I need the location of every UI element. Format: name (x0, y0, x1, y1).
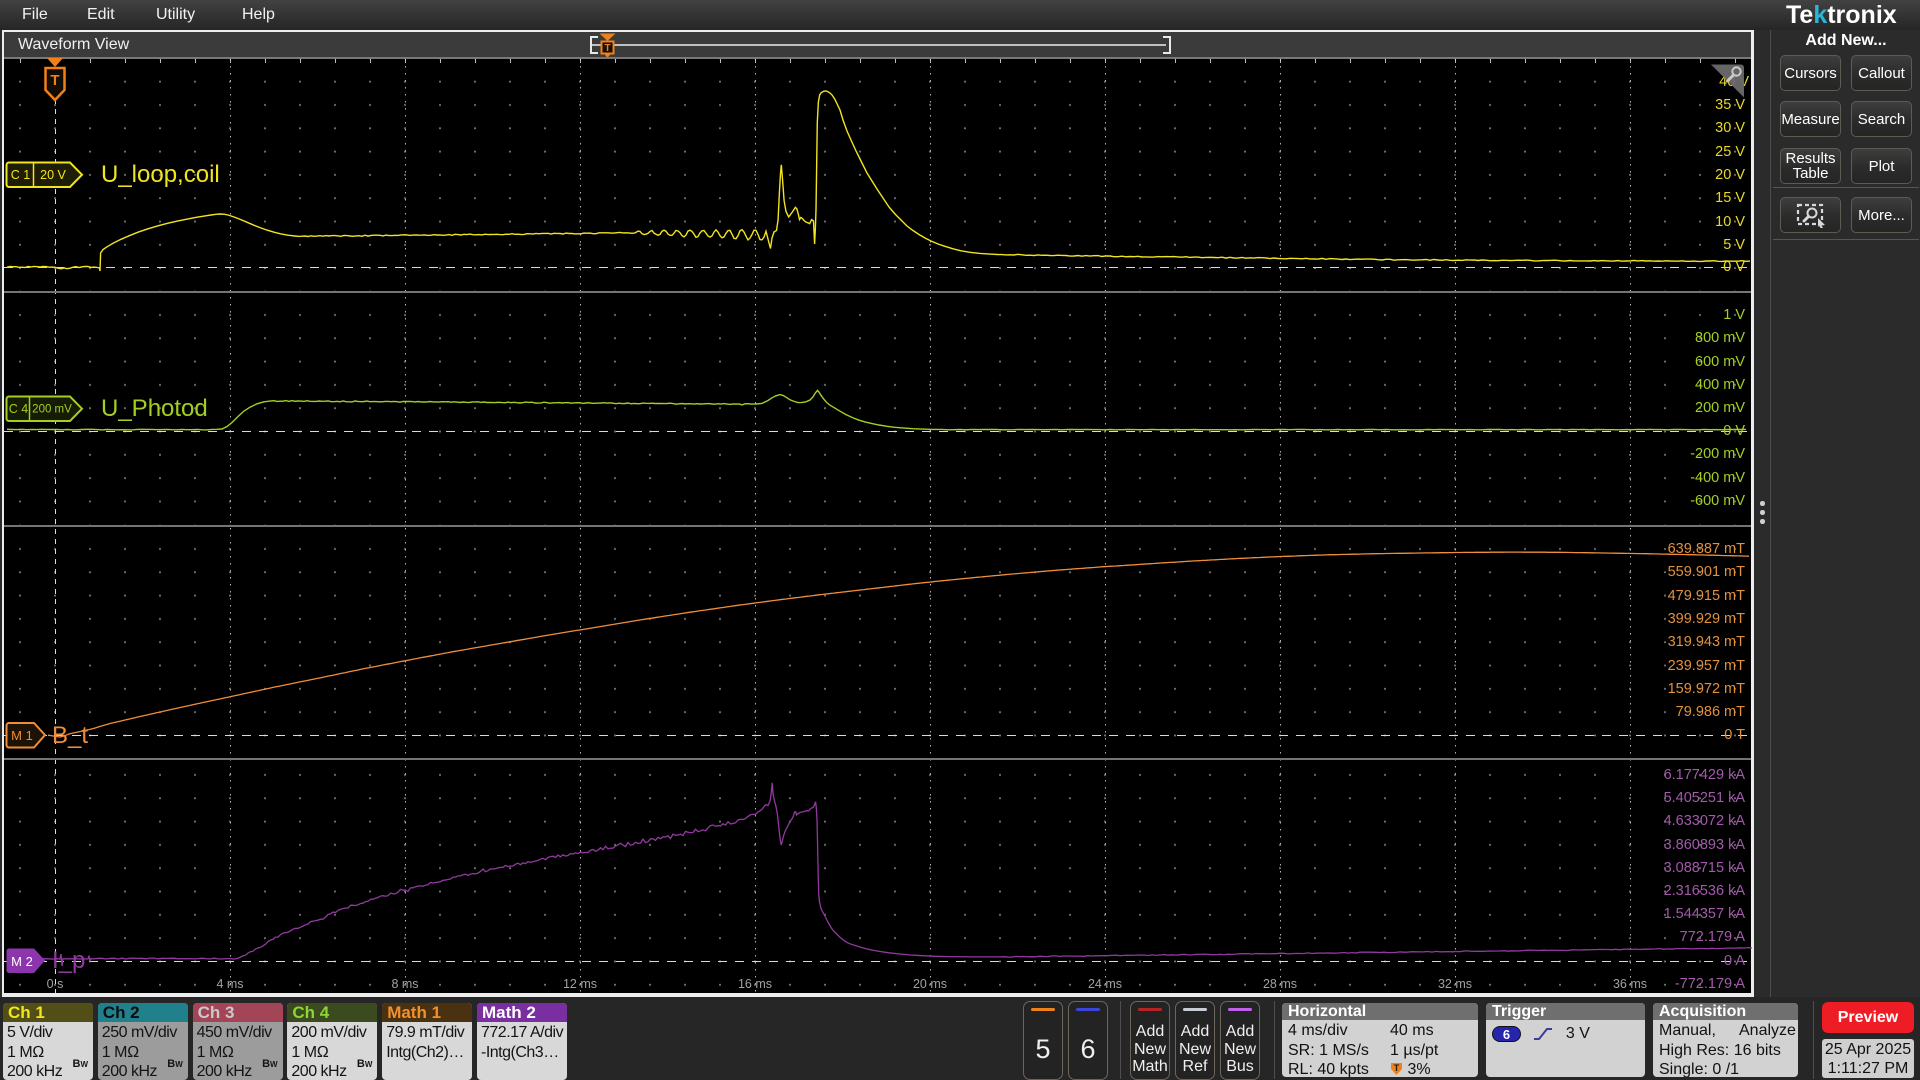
svg-text:T: T (1394, 1063, 1400, 1073)
svg-text:T: T (604, 43, 610, 54)
